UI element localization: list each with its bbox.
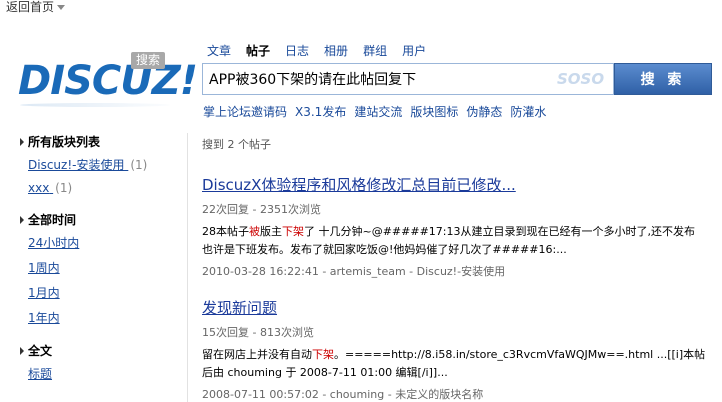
fulltext-filter-heading-label: 全文 — [28, 344, 53, 358]
snippet-text: 版主 — [260, 225, 282, 238]
sidebar-item-1week[interactable]: 1周内 — [20, 259, 180, 276]
hot-link-x31[interactable]: X3.1发布 — [295, 103, 346, 120]
result-footer: 2008-07-11 00:57:02 - chouming - 未定义的版块名… — [202, 388, 484, 401]
sidebar-item-count: (1) — [130, 158, 148, 172]
hot-search-links: 掌上论坛邀请码 X3.1发布 建站交流 版块图标 伪静态 防灌水 — [203, 103, 554, 120]
logo-reflection — [20, 103, 170, 107]
time-filter-heading: 全部时间 — [20, 211, 180, 228]
sidebar-item-label: xxx — [28, 181, 50, 195]
top-bar: 返回首页 — [0, 0, 722, 14]
sidebar-item-24h[interactable]: 24小时内 — [20, 234, 180, 251]
discuz-logo[interactable]: DISCUZ! 搜索 — [18, 52, 198, 107]
fulltext-filter-group: 全文 标题 — [20, 342, 180, 382]
tab-group[interactable]: 群组 — [363, 42, 387, 59]
sidebar-item-1year[interactable]: 1年内 — [20, 309, 180, 326]
sidebar-item-xxx[interactable]: xxx (1) — [20, 181, 180, 195]
sidebar-item-label: Discuz!-安装使用 — [28, 158, 125, 172]
snippet-line: 也许是下班发布。发布了就回家吃饭@!他妈妈催了好几次了#####16:... — [202, 243, 567, 256]
result-item: 发现新问题 15次回复 - 813次浏览 留在网店上并没有自动下架。=====h… — [202, 297, 722, 402]
search-type-tabs: 文章 帖子 日志 相册 群组 用户 — [207, 42, 441, 59]
tab-user[interactable]: 用户 — [402, 42, 426, 59]
hot-link-rewrite[interactable]: 伪静态 — [466, 103, 502, 120]
logo-search-badge: 搜索 — [131, 52, 166, 69]
sidebar-divider — [187, 133, 188, 402]
forum-filter-group: 所有版块列表 Discuz!-安装使用 (1) xxx (1) — [20, 133, 180, 195]
soso-watermark: SOSO — [557, 70, 605, 88]
snippet-line: 留在网店上并没有自动下架。=====http://8.i58.in/store_… — [202, 346, 722, 364]
result-snippet: 28本帖子被版主下架了 十几分钟~@#####17:13从建立目录到现在已经有一… — [202, 223, 722, 259]
search-box: SOSO — [202, 63, 614, 95]
time-filter-heading-label: 全部时间 — [28, 213, 77, 227]
hot-link-anti-spam[interactable]: 防灌水 — [510, 103, 546, 120]
forum-filter-heading: 所有版块列表 — [20, 133, 180, 150]
result-meta: 22次回复 - 2351次浏览 — [202, 203, 321, 216]
search-button[interactable]: 搜 索 — [614, 63, 712, 95]
logo-exclamation: ! — [179, 58, 198, 104]
result-title-link[interactable]: DiscuzX体验程序和风格修改汇总目前已修改... — [202, 174, 722, 195]
sidebar-item-count: (1) — [55, 181, 73, 195]
time-filter-group: 全部时间 24小时内 1周内 1月内 1年内 — [20, 211, 180, 326]
result-count: 搜到 2 个帖子 — [202, 138, 271, 151]
result-meta: 15次回复 - 813次浏览 — [202, 326, 314, 339]
forum-filter-heading-label: 所有版块列表 — [28, 135, 101, 149]
snippet-text: 留在网店上并没有自动 — [202, 348, 312, 361]
result-item: DiscuzX体验程序和风格修改汇总目前已修改... 22次回复 - 2351次… — [202, 174, 722, 279]
filter-sidebar: 所有版块列表 Discuz!-安装使用 (1) xxx (1) 全部时间 24小… — [20, 133, 180, 398]
search-results: 搜到 2 个帖子 DiscuzX体验程序和风格修改汇总目前已修改... 22次回… — [202, 136, 722, 402]
fulltext-filter-heading: 全文 — [20, 342, 180, 359]
tab-article[interactable]: 文章 — [207, 42, 231, 59]
snippet-text: 。=====http://8.i58.in/store_c3RvcmVfaWQJ… — [334, 348, 706, 361]
sidebar-item-discuz-install[interactable]: Discuz!-安装使用 (1) — [20, 156, 180, 173]
arrow-right-icon — [20, 215, 24, 224]
snippet-highlight: 下架 — [282, 225, 304, 238]
snippet-highlight: 被 — [249, 225, 260, 238]
result-footer: 2010-03-28 16:22:41 - artemis_team - Dis… — [202, 265, 506, 278]
hot-link-forum-icons[interactable]: 版块图标 — [410, 103, 458, 120]
result-snippet: 留在网店上并没有自动下架。=====http://8.i58.in/store_… — [202, 346, 722, 382]
result-title-link[interactable]: 发现新问题 — [202, 297, 722, 318]
snippet-line: 28本帖子被版主下架了 十几分钟~@#####17:13从建立目录到现在已经有一… — [202, 223, 722, 241]
sidebar-item-1month[interactable]: 1月内 — [20, 284, 180, 301]
arrow-right-icon — [20, 346, 24, 355]
search-input[interactable] — [203, 64, 543, 94]
sidebar-item-title-only[interactable]: 标题 — [20, 365, 180, 382]
back-home-link[interactable]: 返回首页 — [6, 0, 66, 15]
hot-link-invite-code[interactable]: 掌上论坛邀请码 — [203, 103, 287, 120]
snippet-line: 后由 chouming 于 2008-7-11 01:00 编辑[/i]]... — [202, 366, 448, 379]
back-home-label: 返回首页 — [6, 0, 55, 14]
arrow-right-icon — [20, 137, 24, 146]
snippet-highlight: 下架 — [312, 348, 334, 361]
hot-link-site-building[interactable]: 建站交流 — [354, 103, 402, 120]
snippet-text: 28本帖子 — [202, 225, 249, 238]
tab-album[interactable]: 相册 — [324, 42, 348, 59]
tab-posts[interactable]: 帖子 — [246, 42, 270, 59]
logo-text: DISCUZ! — [18, 57, 198, 105]
chevron-down-icon — [57, 5, 66, 10]
tab-blog[interactable]: 日志 — [285, 42, 309, 59]
snippet-text: 了 十几分钟~@#####17:13从建立目录到现在已经有一个多小时了,还不发布 — [304, 225, 695, 238]
